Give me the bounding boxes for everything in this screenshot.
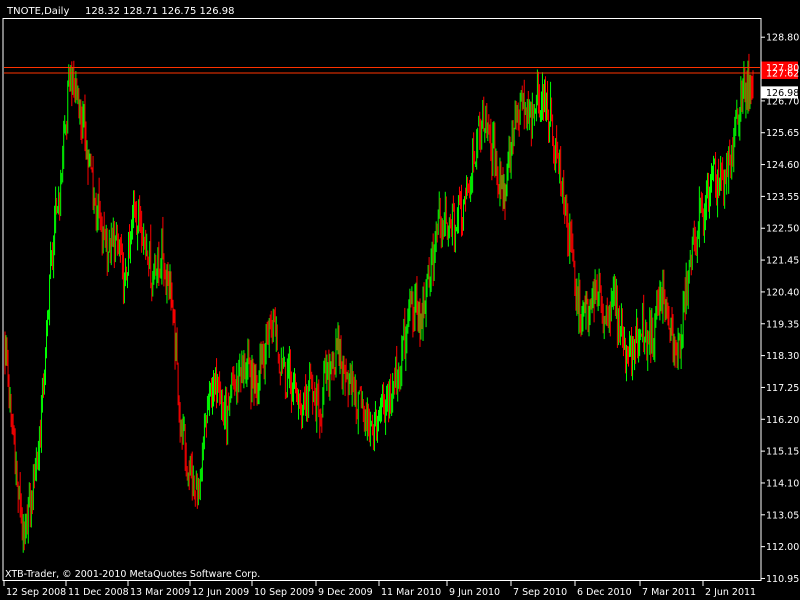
x-tick-label: 7 Mar 2011 bbox=[642, 587, 696, 598]
x-tick-label: 2 Jun 2011 bbox=[705, 587, 756, 598]
y-tick-label: 124.60 bbox=[766, 160, 799, 171]
candlestick-chart[interactable]: 127.80127.62 128.80126.70125.65124.60123… bbox=[0, 0, 800, 600]
y-tick-label: 118.30 bbox=[766, 351, 799, 362]
x-tick-label: 11 Mar 2010 bbox=[381, 587, 441, 598]
x-tick-label: 9 Jun 2010 bbox=[449, 587, 500, 598]
y-tick-label: 110.95 bbox=[766, 574, 799, 585]
chart-background bbox=[0, 0, 800, 600]
current-price-label: 126.98 bbox=[766, 88, 799, 99]
y-tick-label: 116.20 bbox=[766, 415, 799, 426]
level-label: 127.62 bbox=[766, 68, 799, 79]
x-tick-label: 9 Dec 2009 bbox=[318, 587, 373, 598]
x-tick-label: 13 Mar 2009 bbox=[130, 587, 190, 598]
x-tick-label: 10 Sep 2009 bbox=[254, 587, 314, 598]
x-tick-label: 6 Dec 2010 bbox=[577, 587, 632, 598]
y-tick-label: 125.65 bbox=[766, 128, 799, 139]
current-price-tag: 126.98 bbox=[761, 86, 799, 99]
y-tick-label: 119.35 bbox=[766, 319, 799, 330]
x-tick-label: 12 Sep 2008 bbox=[6, 587, 66, 598]
copyright-text: XTB-Trader, © 2001-2010 MetaQuotes Softw… bbox=[5, 569, 260, 580]
x-tick-label: 11 Dec 2008 bbox=[68, 587, 129, 598]
y-tick-label: 114.10 bbox=[766, 478, 799, 489]
ohlc-readout: 128.32 128.71 126.75 126.98 bbox=[85, 6, 235, 17]
y-tick-label: 121.45 bbox=[766, 256, 799, 267]
x-tick-label: 7 Sep 2010 bbox=[513, 587, 567, 598]
chart-title: TNOTE,Daily bbox=[6, 6, 69, 17]
y-tick-label: 112.00 bbox=[766, 542, 799, 553]
y-tick-label: 120.40 bbox=[766, 287, 799, 298]
x-tick-label: 12 Jun 2009 bbox=[192, 587, 249, 598]
y-tick-label: 123.55 bbox=[766, 192, 799, 203]
y-tick-label: 117.25 bbox=[766, 383, 799, 394]
y-tick-label: 128.80 bbox=[766, 33, 799, 44]
y-tick-label: 113.05 bbox=[766, 510, 799, 521]
y-tick-label: 115.15 bbox=[766, 447, 799, 458]
y-tick-label: 122.50 bbox=[766, 224, 799, 235]
